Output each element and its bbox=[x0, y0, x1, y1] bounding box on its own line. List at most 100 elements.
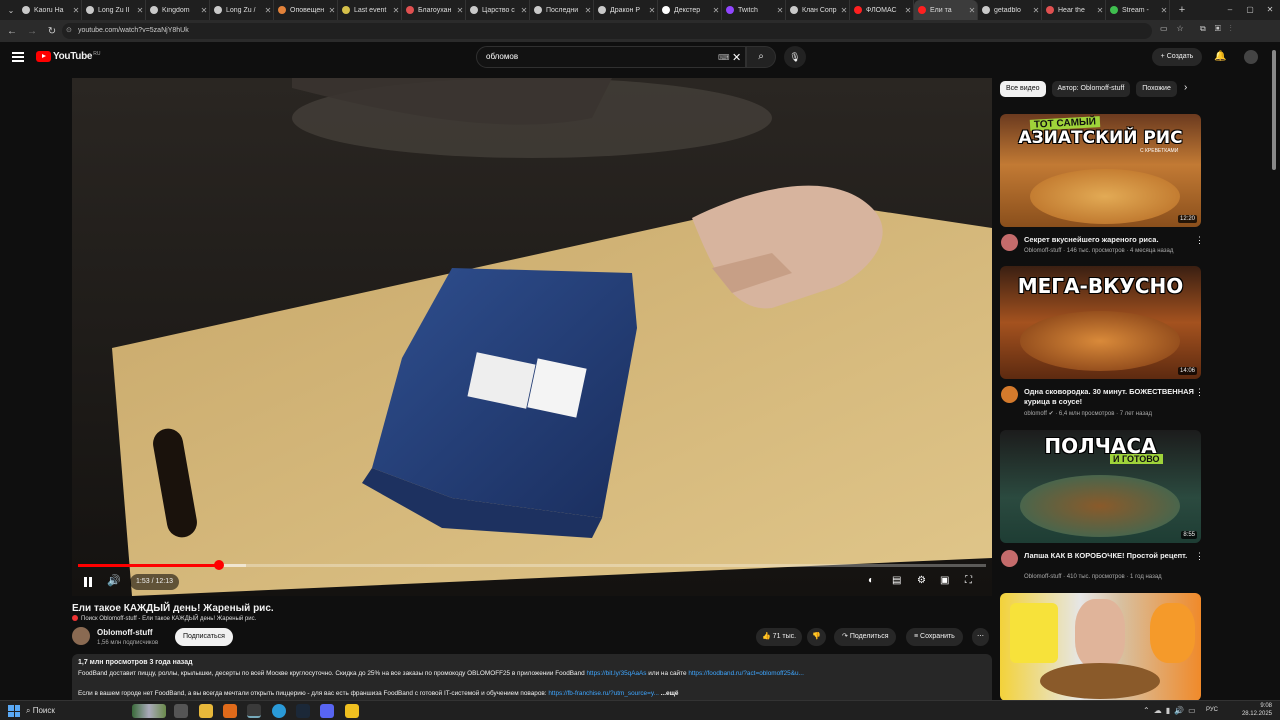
menu-icon[interactable] bbox=[12, 52, 24, 62]
subscribe-button[interactable]: Подписаться bbox=[175, 628, 233, 646]
tab-close-icon[interactable]: ✕ bbox=[391, 6, 401, 15]
tab-close-icon[interactable]: ✕ bbox=[967, 6, 977, 15]
tab-close-icon[interactable]: ✕ bbox=[711, 6, 721, 15]
keyboard-icon[interactable]: ⌨ bbox=[718, 53, 730, 62]
tab-close-icon[interactable]: ✕ bbox=[327, 6, 337, 15]
like-button[interactable]: 👍 71 тыс. bbox=[756, 628, 803, 646]
tab-close-icon[interactable]: ✕ bbox=[1031, 6, 1041, 15]
search-input[interactable]: обломов bbox=[476, 46, 746, 68]
tab-close-icon[interactable]: ✕ bbox=[1095, 6, 1105, 15]
discord-icon[interactable] bbox=[320, 704, 334, 718]
more-actions-icon[interactable]: ⋮ bbox=[1195, 387, 1204, 398]
system-tray-icons[interactable]: ⌃☁▮🔊▭ bbox=[1143, 706, 1200, 715]
more-actions-icon[interactable]: ⋮ bbox=[1195, 551, 1204, 562]
clock[interactable]: 9:08 28.12.2025 bbox=[1242, 702, 1272, 718]
settings-icon[interactable]: ⚙ bbox=[917, 575, 926, 586]
taskbar-search[interactable]: ⌕ Поиск bbox=[26, 703, 126, 719]
start-icon[interactable] bbox=[8, 705, 20, 717]
video-thumbnail[interactable]: МЕГА-ВКУСНО 14:06 bbox=[1000, 266, 1201, 379]
video-thumbnail[interactable]: ПОЛЧАСА И ГОТОВО 8:55 bbox=[1000, 430, 1201, 543]
browser-tab[interactable]: Twitch ✕ bbox=[722, 0, 786, 20]
scrubber-handle[interactable] bbox=[213, 560, 224, 570]
telegram-icon[interactable] bbox=[272, 704, 286, 718]
video-thumbnail[interactable]: ТОТ САМЫЙ АЗИАТСКИЙ РИС С КРЕВЕТКАМИ 12:… bbox=[1000, 114, 1201, 227]
video-title[interactable]: Лапша КАК В КОРОБОЧКЕ! Простой рецепт. bbox=[1024, 551, 1194, 561]
tab-close-icon[interactable]: ✕ bbox=[647, 6, 657, 15]
more-actions-icon[interactable]: ⋮ bbox=[1195, 235, 1204, 246]
description-box[interactable]: 1,7 млн просмотров 3 года назад FoodBand… bbox=[72, 654, 992, 706]
maximize-icon[interactable]: ▢ bbox=[1240, 0, 1260, 20]
tab-close-icon[interactable]: ✕ bbox=[583, 6, 593, 15]
forward-icon[interactable]: → bbox=[24, 23, 40, 39]
tab-close-icon[interactable]: ✕ bbox=[775, 6, 785, 15]
miniplayer-icon[interactable]: ▣ bbox=[940, 575, 949, 586]
minimize-icon[interactable]: – bbox=[1220, 0, 1240, 20]
app-icon[interactable] bbox=[223, 704, 237, 718]
browser-tab[interactable]: Last event ✕ bbox=[338, 0, 402, 20]
tab-close-icon[interactable]: ✕ bbox=[839, 6, 849, 15]
widgets-icon[interactable] bbox=[132, 704, 166, 718]
browser-tab[interactable]: getadblo ✕ bbox=[978, 0, 1042, 20]
notifications-icon[interactable]: 🔔 bbox=[1214, 51, 1226, 62]
close-window-icon[interactable]: ✕ bbox=[1260, 0, 1280, 20]
browser-tab[interactable]: Декстер ✕ bbox=[658, 0, 722, 20]
browser-tab[interactable]: Stream - ✕ bbox=[1106, 0, 1170, 20]
extension-icons[interactable]: ⧉▣⋮ bbox=[1200, 24, 1241, 34]
browser-tab[interactable]: Kaoru Ha ✕ bbox=[18, 0, 82, 20]
voice-search-icon[interactable]: 🎙 bbox=[784, 46, 806, 68]
chrome-icon[interactable] bbox=[247, 704, 261, 718]
new-tab-button[interactable]: + bbox=[1174, 2, 1190, 18]
tab-close-icon[interactable]: ✕ bbox=[263, 6, 273, 15]
autoplay-toggle[interactable]: ◐ bbox=[868, 575, 874, 586]
channel-avatar[interactable] bbox=[1001, 386, 1018, 403]
progress-bar[interactable] bbox=[78, 560, 986, 570]
fullscreen-icon[interactable]: ⛶ bbox=[965, 575, 972, 586]
browser-tab[interactable]: Ели та ✕ bbox=[914, 0, 978, 20]
chip-all[interactable]: Все видео bbox=[1000, 81, 1046, 97]
tab-close-icon[interactable]: ✕ bbox=[519, 6, 529, 15]
tab-close-icon[interactable]: ✕ bbox=[903, 6, 913, 15]
more-icon[interactable]: ⋯ bbox=[972, 628, 989, 646]
pause-icon[interactable] bbox=[82, 576, 94, 588]
chevron-right-icon[interactable]: › bbox=[1184, 82, 1187, 93]
clear-search-icon[interactable]: ✕ bbox=[732, 51, 741, 64]
channel-avatar[interactable] bbox=[72, 627, 90, 645]
channel-avatar[interactable] bbox=[1001, 234, 1018, 251]
browser-tab[interactable]: Long Zu II ✕ bbox=[82, 0, 146, 20]
task-view-icon[interactable] bbox=[174, 704, 188, 718]
video-title[interactable]: Секрет вкуснейшего жареного риса. bbox=[1024, 235, 1194, 245]
browser-tab[interactable]: Hear the ✕ bbox=[1042, 0, 1106, 20]
site-info-icon[interactable]: ⊙ bbox=[66, 23, 72, 39]
description-link[interactable]: https://fb-franchise.ru/?utm_source=y... bbox=[548, 690, 659, 697]
subtitles-icon[interactable]: ▤ bbox=[892, 575, 901, 586]
video-player[interactable]: 🔊 1:53 / 12:13 ◐ ▤ ⚙ ▣ ⛶ bbox=[72, 78, 992, 596]
language-indicator[interactable]: РУС bbox=[1206, 707, 1218, 713]
search-hint[interactable]: Поиск Oblomoff-stuff - Ели такое КАЖДЫЙ … bbox=[72, 615, 256, 622]
tab-close-icon[interactable]: ✕ bbox=[455, 6, 465, 15]
browser-tab[interactable]: Дракон Р ✕ bbox=[594, 0, 658, 20]
description-link[interactable]: https://bit.ly/35qAaAs bbox=[586, 670, 646, 677]
file-explorer-icon[interactable] bbox=[199, 704, 213, 718]
browser-tab[interactable]: Царство с ✕ bbox=[466, 0, 530, 20]
show-more-link[interactable]: ...ещё bbox=[661, 690, 679, 697]
back-icon[interactable]: ← bbox=[4, 23, 20, 39]
browser-tab[interactable]: Оповещен ✕ bbox=[274, 0, 338, 20]
app-icon[interactable] bbox=[345, 704, 359, 718]
browser-tab[interactable]: Благоухан ✕ bbox=[402, 0, 466, 20]
share-button[interactable]: ↷ Поделиться bbox=[834, 628, 897, 646]
chip-related[interactable]: Похожие bbox=[1136, 81, 1177, 97]
browser-tab[interactable]: Клан Сопр ✕ bbox=[786, 0, 850, 20]
chip-author[interactable]: Автор: Oblomoff-stuff bbox=[1051, 81, 1131, 97]
browser-tab[interactable]: ФЛОМАС ✕ bbox=[850, 0, 914, 20]
volume-icon[interactable]: 🔊 bbox=[107, 574, 121, 587]
youtube-logo[interactable]: YouTube RU bbox=[36, 51, 100, 62]
video-thumbnail[interactable] bbox=[1000, 593, 1201, 701]
search-button[interactable]: ⌕ bbox=[746, 46, 776, 68]
browser-tab[interactable]: Long Zu / ✕ bbox=[210, 0, 274, 20]
tab-close-icon[interactable]: ✕ bbox=[71, 6, 81, 15]
tab-close-icon[interactable]: ✕ bbox=[135, 6, 145, 15]
tab-close-icon[interactable]: ✕ bbox=[199, 6, 209, 15]
create-button[interactable]: + Создать bbox=[1152, 48, 1202, 66]
video-title[interactable]: Одна сковородка. 30 минут. БОЖЕСТВЕННАЯ … bbox=[1024, 387, 1194, 407]
tab-search-icon[interactable]: ⌄ bbox=[4, 2, 18, 18]
